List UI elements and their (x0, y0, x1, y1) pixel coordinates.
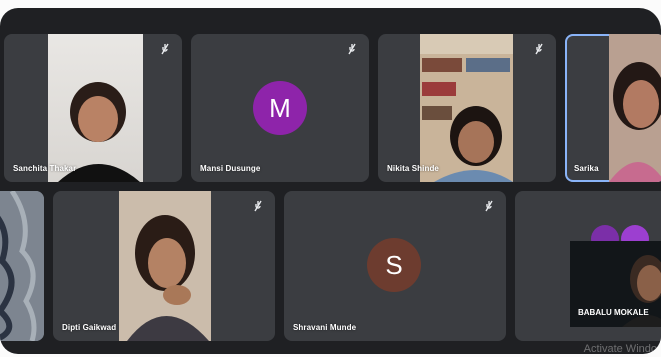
participant-tile-babalu[interactable]: BABALU MOKALE (515, 191, 661, 341)
participant-video: BABALU MOKALE (570, 241, 661, 327)
participant-video (48, 34, 143, 182)
participant-video (420, 34, 513, 182)
avatar: M (253, 81, 307, 135)
participant-tile-partial[interactable] (0, 191, 44, 341)
participant-tile-sanchita[interactable]: Sanchita Thakar (4, 34, 182, 182)
meeting-grid: Sanchita Thakar M Mansi Dusunge Nikita S… (0, 8, 661, 354)
participant-name: Sanchita Thakar (13, 164, 77, 173)
participant-name: BABALU MOKALE (578, 308, 649, 317)
participant-video (609, 34, 661, 182)
mic-off-icon (348, 43, 356, 55)
participant-tile-sarika[interactable]: Sarika (565, 34, 661, 182)
mic-off-icon (535, 43, 543, 55)
participant-video (119, 191, 211, 341)
mic-off-icon (485, 200, 493, 212)
avatar: S (367, 238, 421, 292)
participant-tile-dipti[interactable]: Dipti Gaikwad (53, 191, 275, 341)
participant-name: Nikita Shinde (387, 164, 439, 173)
participant-name: Dipti Gaikwad (62, 323, 117, 332)
participant-tile-shravani[interactable]: S Shravani Munde (284, 191, 506, 341)
participant-tile-mansi[interactable]: M Mansi Dusunge (191, 34, 369, 182)
mic-off-icon (161, 43, 169, 55)
participant-tile-nikita[interactable]: Nikita Shinde (378, 34, 556, 182)
mic-off-icon (254, 200, 262, 212)
screenshot-frame: Sanchita Thakar M Mansi Dusunge Nikita S… (0, 0, 661, 357)
participant-name: Sarika (574, 164, 599, 173)
activate-windows-watermark: Activate Windo (583, 343, 657, 354)
participant-name: Shravani Munde (293, 323, 357, 332)
participant-name: Mansi Dusunge (200, 164, 261, 173)
